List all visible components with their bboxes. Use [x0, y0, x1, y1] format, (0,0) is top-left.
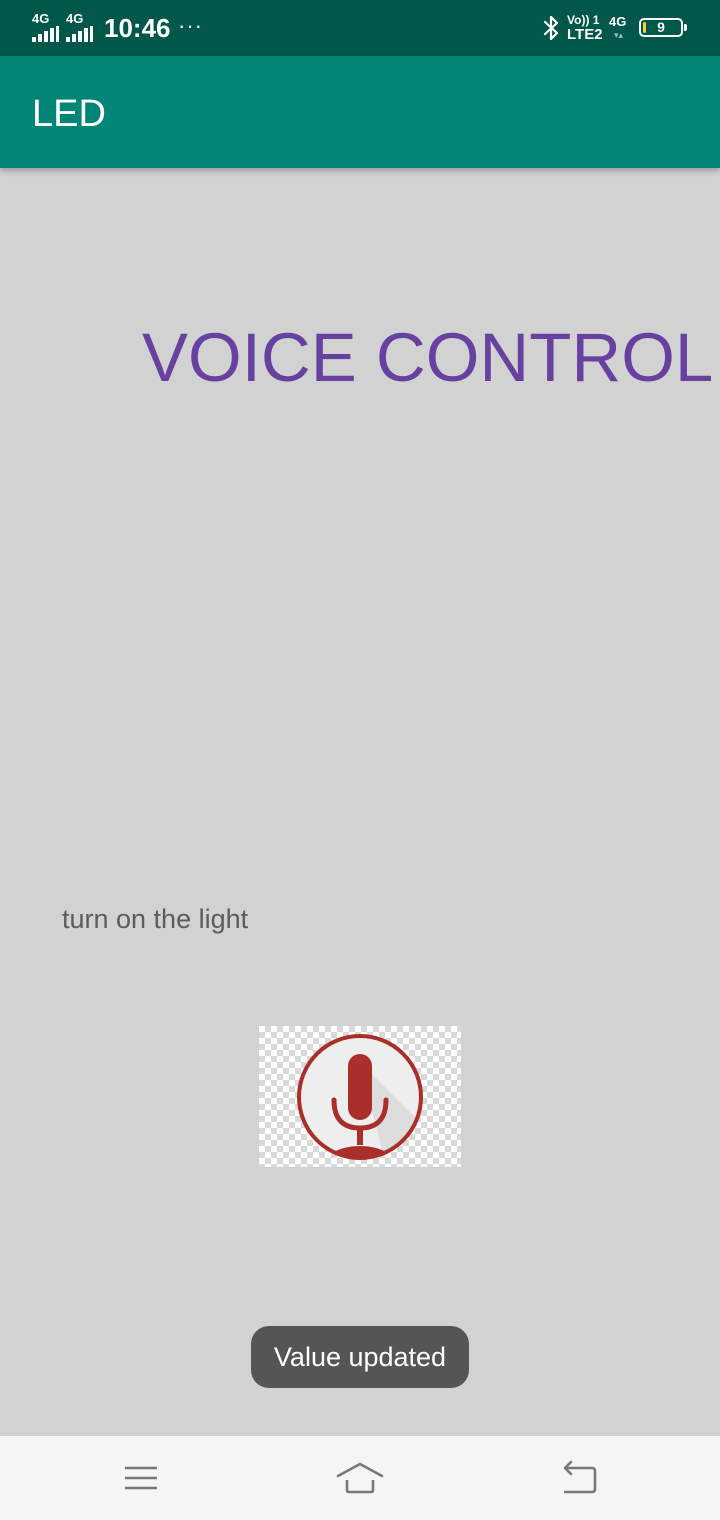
page-heading: VOICE CONTROL	[142, 319, 714, 396]
data-activity-icon: ▾▴	[614, 30, 624, 40]
volte-top-label: Vo)) 1	[567, 13, 600, 27]
data-network-label: 4G	[609, 14, 627, 29]
app-title: LED	[32, 93, 106, 135]
back-icon[interactable]	[556, 1456, 600, 1500]
status-time: 10:46	[104, 13, 171, 43]
more-notifications-indicator: ···	[178, 13, 203, 38]
bluetooth-icon	[543, 15, 559, 41]
battery-icon: 9	[639, 18, 687, 37]
voice-input-button[interactable]	[259, 1026, 461, 1167]
app-bar: LED	[0, 56, 720, 168]
battery-level: 9	[657, 19, 665, 35]
sim2-network-label: 4G	[66, 11, 84, 26]
sim1-signal-icon: 4G	[32, 12, 66, 42]
recognized-speech-text: turn on the light	[62, 904, 249, 934]
volte-indicator: Vo)) 1 LTE2	[567, 13, 609, 43]
sim1-network-label: 4G	[32, 11, 50, 26]
navigation-bar	[0, 1436, 720, 1520]
sim2-signal-icon: 4G	[66, 12, 100, 42]
toast-message: Value updated	[251, 1326, 469, 1388]
volte-bottom-label: LTE2	[567, 26, 603, 43]
menu-icon[interactable]	[119, 1456, 163, 1500]
microphone-icon	[297, 1034, 423, 1160]
home-icon[interactable]	[335, 1456, 385, 1500]
status-bar: 4G 4G 10:46 ··· Vo)) 1 LTE2 4G ▾▴ 9	[0, 0, 720, 56]
